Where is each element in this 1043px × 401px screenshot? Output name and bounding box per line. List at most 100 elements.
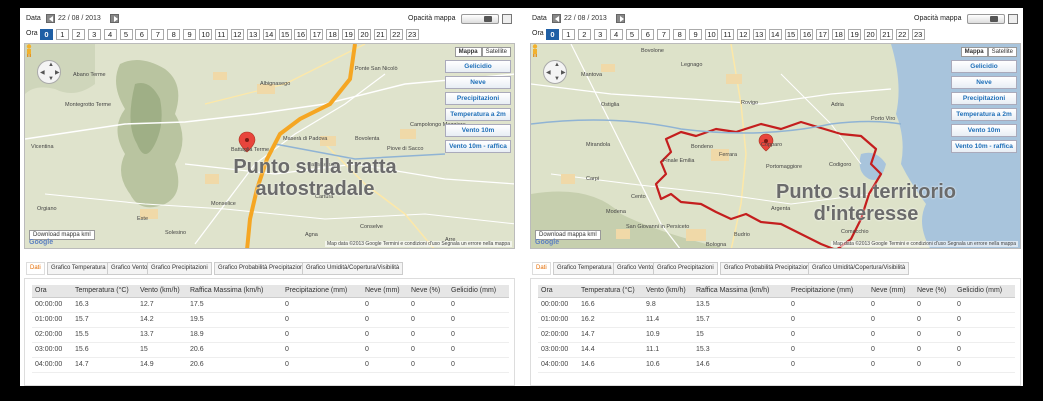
map-type-satellite-button[interactable]: Satellite bbox=[987, 47, 1017, 57]
street-view-pegman-icon[interactable] bbox=[25, 44, 33, 57]
layer-neve-button[interactable]: Neve bbox=[951, 76, 1017, 89]
tab-dati[interactable]: Dati bbox=[532, 262, 551, 275]
layer-vento-button[interactable]: Vento 10m bbox=[445, 124, 511, 137]
pan-down-icon[interactable]: ▼ bbox=[554, 76, 560, 82]
hour-button-2[interactable]: 2 bbox=[577, 29, 591, 40]
hour-button-23[interactable]: 23 bbox=[911, 29, 925, 40]
map-view[interactable]: Bovolone Legnago Mantova Ostiglia Rovigo Adri… bbox=[530, 43, 1021, 249]
hour-button-18[interactable]: 18 bbox=[326, 29, 340, 40]
hour-button-4[interactable]: 4 bbox=[103, 29, 117, 40]
hour-button-21[interactable]: 21 bbox=[373, 29, 387, 40]
data-table-container[interactable]: Ora Temperatura (°C) Vento (km/h) Raffic… bbox=[530, 278, 1021, 386]
hour-button-9[interactable]: 9 bbox=[689, 29, 703, 40]
tab-dati[interactable]: Dati bbox=[26, 262, 45, 275]
tab-grafico-vento[interactable]: Grafico Vento bbox=[613, 262, 658, 275]
pan-right-icon[interactable]: ▶ bbox=[55, 69, 60, 76]
opacity-slider[interactable] bbox=[461, 14, 499, 24]
tab-grafico-probabilita[interactable]: Grafico Probabilità Precipitazioni bbox=[214, 262, 309, 275]
hour-button-14[interactable]: 14 bbox=[262, 29, 276, 40]
hour-button-6[interactable]: 6 bbox=[135, 29, 149, 40]
pan-left-icon[interactable]: ◀ bbox=[40, 69, 45, 76]
reset-icon[interactable] bbox=[1008, 14, 1018, 24]
pan-control[interactable]: ▲ ▼ ◀ ▶ bbox=[37, 60, 61, 84]
hour-button-20[interactable]: 20 bbox=[864, 29, 877, 40]
hour-button-12[interactable]: 12 bbox=[736, 29, 750, 40]
hour-button-7[interactable]: 7 bbox=[151, 29, 165, 40]
hour-button-16[interactable]: 16 bbox=[294, 29, 308, 40]
pan-up-icon[interactable]: ▲ bbox=[554, 62, 560, 68]
layer-temperatura-button[interactable]: Temperatura a 2m bbox=[951, 108, 1017, 121]
hour-button-4[interactable]: 4 bbox=[609, 29, 623, 40]
hour-button-21[interactable]: 21 bbox=[879, 29, 893, 40]
layer-vento-raffica-button[interactable]: Vento 10m - raffica bbox=[951, 140, 1017, 153]
tab-grafico-umidita[interactable]: Grafico Umidità/Copertura/Visibilità bbox=[302, 262, 404, 275]
layer-precipitazioni-button[interactable]: Precipitazioni bbox=[951, 92, 1017, 105]
date-value[interactable]: 22 / 08 / 2013 bbox=[564, 14, 614, 24]
hour-button-12[interactable]: 12 bbox=[230, 29, 244, 40]
map-type-map-button[interactable]: Mappa bbox=[454, 47, 482, 57]
layer-gelicidio-button[interactable]: Gelicidio bbox=[445, 60, 511, 73]
map-type-map-button[interactable]: Mappa bbox=[960, 47, 988, 57]
reset-icon[interactable] bbox=[502, 14, 512, 24]
hour-button-22[interactable]: 22 bbox=[895, 29, 909, 40]
data-table-container[interactable]: Ora Temperatura (°C) Vento (km/h) Raffic… bbox=[24, 278, 515, 386]
hour-button-8[interactable]: 8 bbox=[167, 29, 181, 40]
tab-grafico-vento[interactable]: Grafico Vento bbox=[107, 262, 152, 275]
hour-button-19[interactable]: 19 bbox=[342, 29, 356, 40]
hour-button-17[interactable]: 17 bbox=[816, 29, 830, 40]
map-view[interactable]: Abano Terme Montegrotto Terme Albignasego P… bbox=[24, 43, 515, 249]
prev-date-button[interactable] bbox=[552, 14, 561, 23]
slider-knob[interactable] bbox=[990, 16, 998, 22]
hour-button-15[interactable]: 15 bbox=[784, 29, 798, 40]
layer-vento-button[interactable]: Vento 10m bbox=[951, 124, 1017, 137]
hour-button-0[interactable]: 0 bbox=[40, 29, 53, 40]
hour-button-13[interactable]: 13 bbox=[246, 29, 260, 40]
hour-button-1[interactable]: 1 bbox=[55, 29, 69, 40]
hour-button-11[interactable]: 11 bbox=[214, 29, 228, 40]
hour-button-16[interactable]: 16 bbox=[800, 29, 814, 40]
hour-button-5[interactable]: 5 bbox=[119, 29, 133, 40]
tab-grafico-temperatura[interactable]: Grafico Temperatura bbox=[553, 262, 616, 275]
hour-button-6[interactable]: 6 bbox=[641, 29, 655, 40]
slider-knob[interactable] bbox=[484, 16, 492, 22]
hour-button-9[interactable]: 9 bbox=[183, 29, 197, 40]
next-date-button[interactable] bbox=[616, 14, 625, 23]
tab-grafico-precipitazioni[interactable]: Grafico Precipitazioni bbox=[147, 262, 212, 275]
prev-date-button[interactable] bbox=[46, 14, 55, 23]
hour-button-13[interactable]: 13 bbox=[752, 29, 766, 40]
hour-button-8[interactable]: 8 bbox=[673, 29, 687, 40]
hour-button-0[interactable]: 0 bbox=[546, 29, 559, 40]
hour-button-18[interactable]: 18 bbox=[832, 29, 846, 40]
hour-button-15[interactable]: 15 bbox=[278, 29, 292, 40]
pan-down-icon[interactable]: ▼ bbox=[48, 76, 54, 82]
pan-right-icon[interactable]: ▶ bbox=[561, 69, 566, 76]
tab-grafico-temperatura[interactable]: Grafico Temperatura bbox=[47, 262, 110, 275]
hour-button-3[interactable]: 3 bbox=[593, 29, 607, 40]
hour-button-10[interactable]: 10 bbox=[199, 29, 212, 40]
layer-precipitazioni-button[interactable]: Precipitazioni bbox=[445, 92, 511, 105]
layer-gelicidio-button[interactable]: Gelicidio bbox=[951, 60, 1017, 73]
hour-button-11[interactable]: 11 bbox=[720, 29, 734, 40]
layer-neve-button[interactable]: Neve bbox=[445, 76, 511, 89]
tab-grafico-umidita[interactable]: Grafico Umidità/Copertura/Visibilità bbox=[808, 262, 910, 275]
date-value[interactable]: 22 / 08 / 2013 bbox=[58, 14, 108, 24]
hour-button-23[interactable]: 23 bbox=[405, 29, 419, 40]
tab-grafico-precipitazioni[interactable]: Grafico Precipitazioni bbox=[653, 262, 718, 275]
hour-button-5[interactable]: 5 bbox=[625, 29, 639, 40]
map-type-satellite-button[interactable]: Satellite bbox=[481, 47, 511, 57]
hour-button-17[interactable]: 17 bbox=[310, 29, 324, 40]
pan-control[interactable]: ▲ ▼ ◀ ▶ bbox=[543, 60, 567, 84]
hour-button-3[interactable]: 3 bbox=[87, 29, 101, 40]
next-date-button[interactable] bbox=[110, 14, 119, 23]
hour-button-7[interactable]: 7 bbox=[657, 29, 671, 40]
hour-button-22[interactable]: 22 bbox=[389, 29, 403, 40]
hour-button-1[interactable]: 1 bbox=[561, 29, 575, 40]
hour-button-14[interactable]: 14 bbox=[768, 29, 782, 40]
hour-button-19[interactable]: 19 bbox=[848, 29, 862, 40]
hour-button-10[interactable]: 10 bbox=[705, 29, 718, 40]
layer-vento-raffica-button[interactable]: Vento 10m - raffica bbox=[445, 140, 511, 153]
tab-grafico-probabilita[interactable]: Grafico Probabilità Precipitazioni bbox=[720, 262, 815, 275]
layer-temperatura-button[interactable]: Temperatura a 2m bbox=[445, 108, 511, 121]
hour-button-20[interactable]: 20 bbox=[358, 29, 371, 40]
pan-left-icon[interactable]: ◀ bbox=[546, 69, 551, 76]
